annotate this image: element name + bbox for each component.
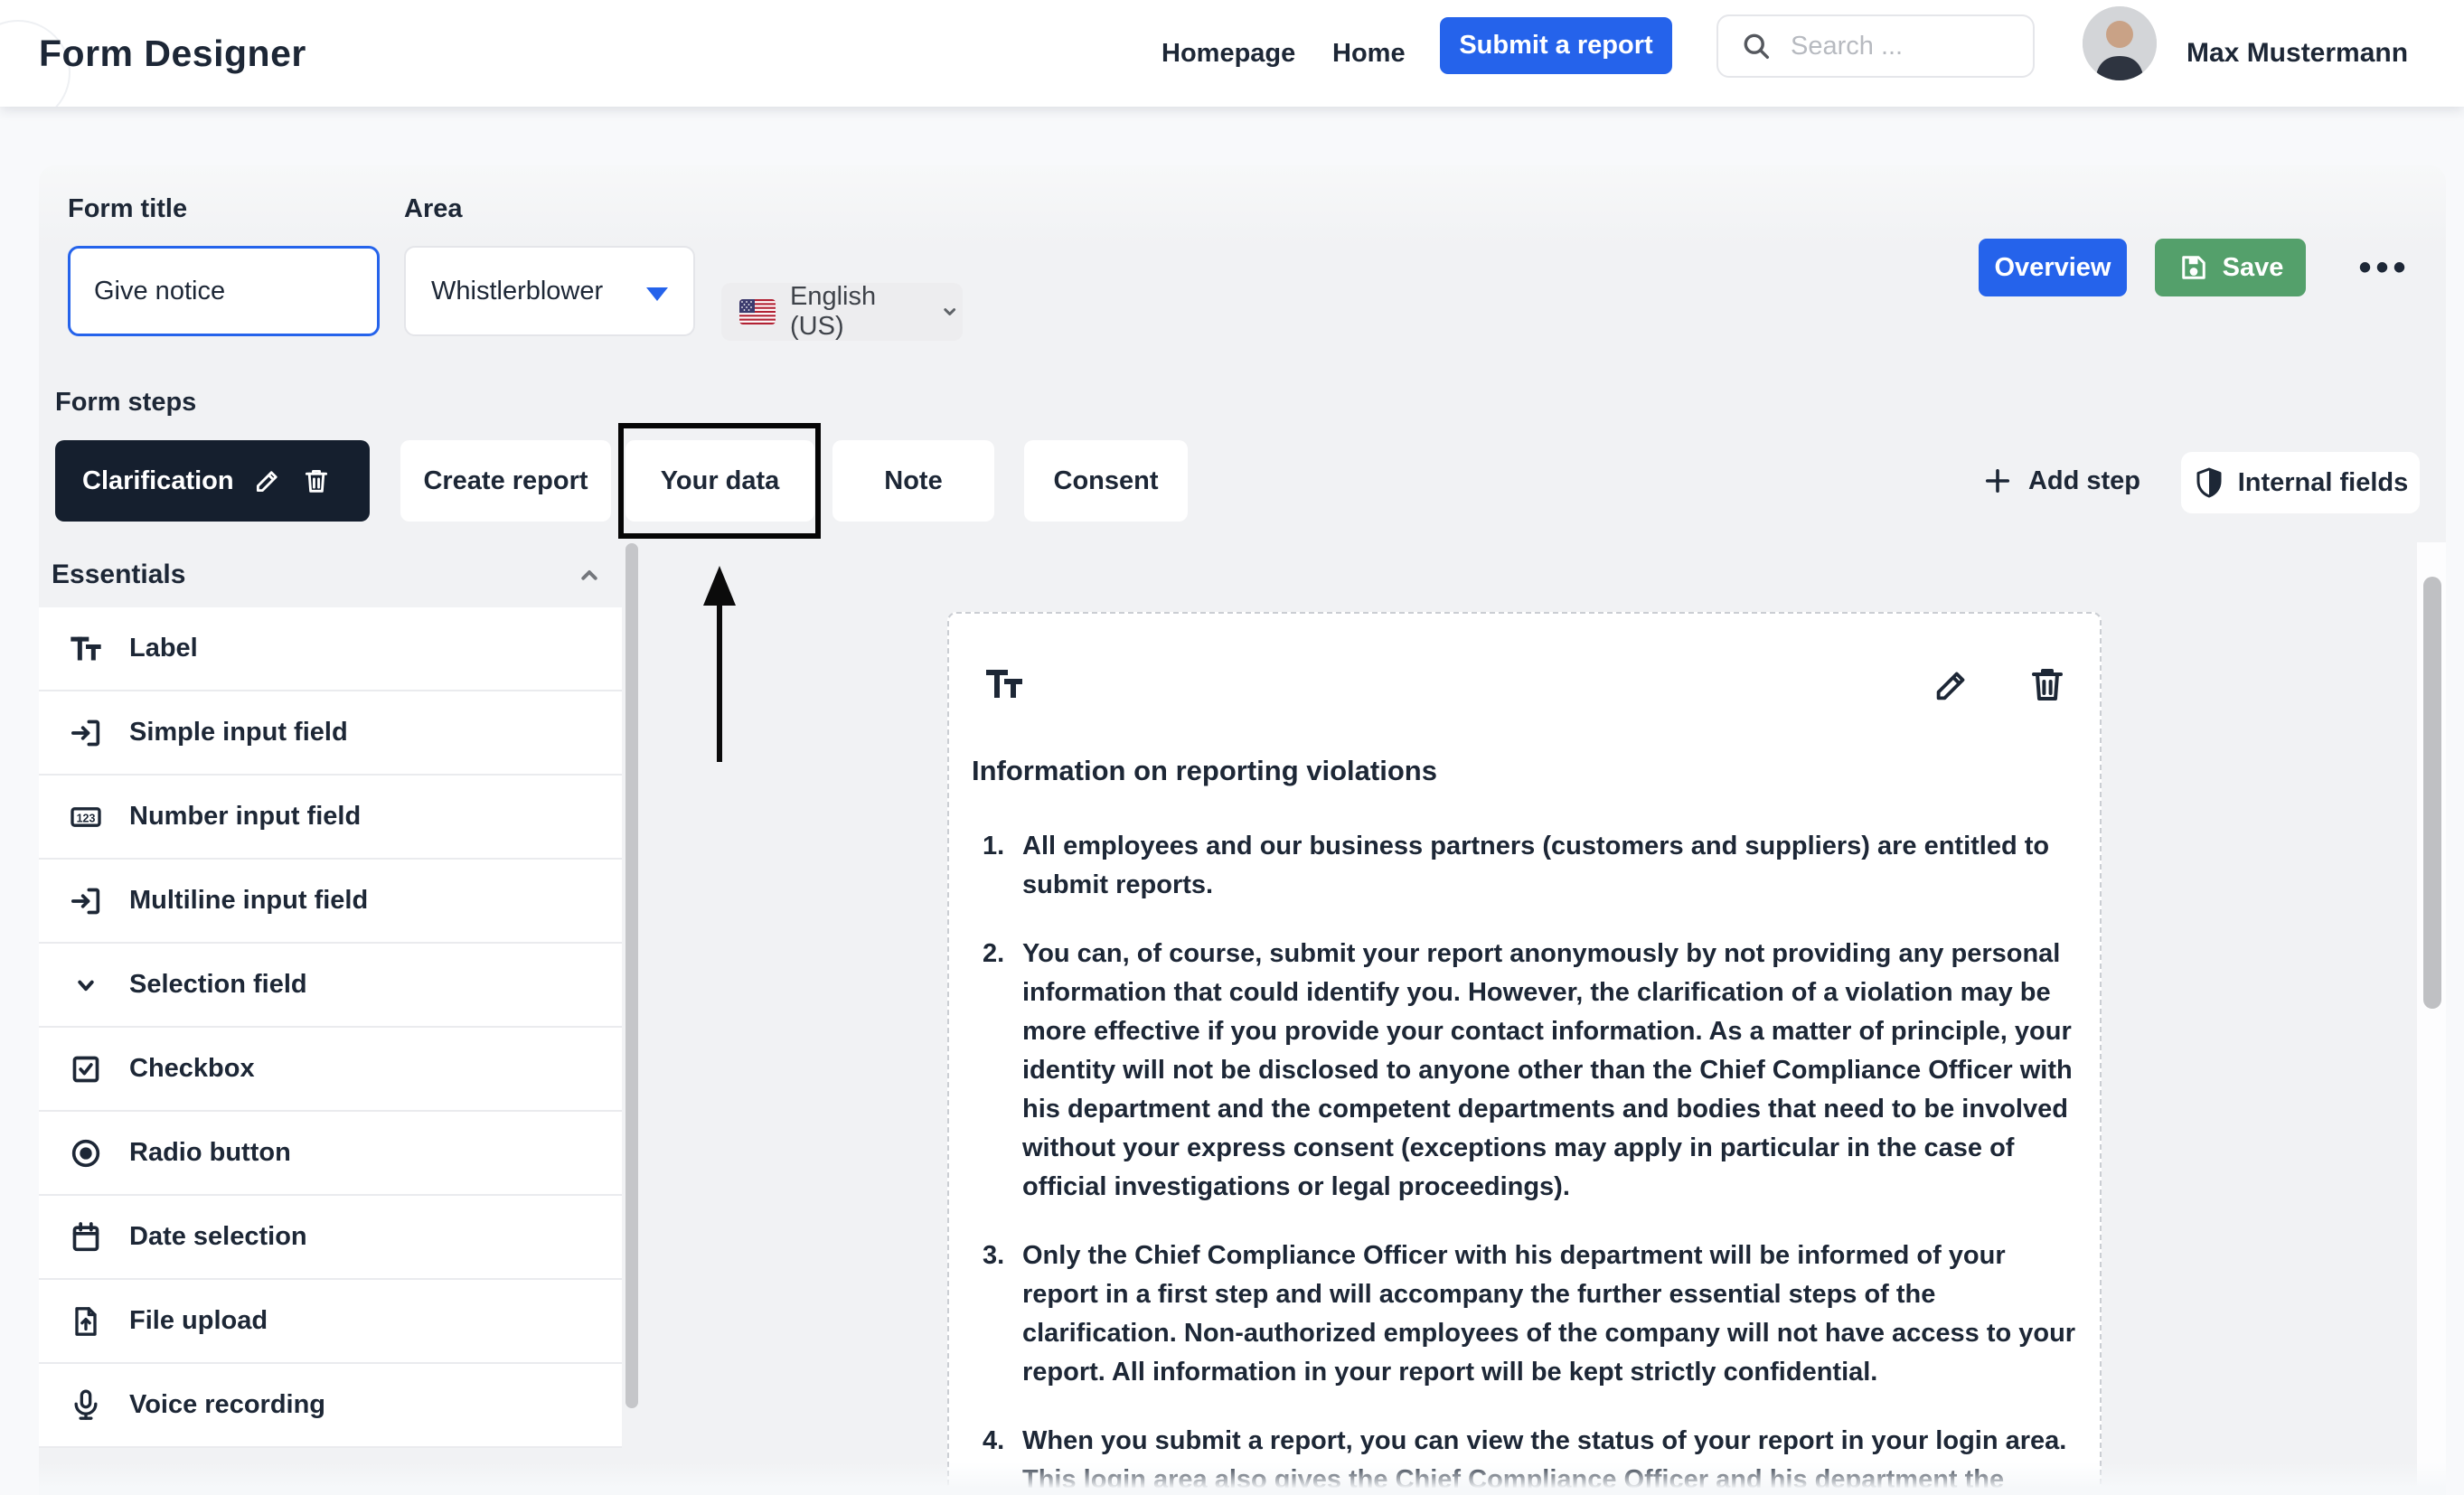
save-button[interactable]: Save — [2155, 239, 2306, 296]
chevron-up-icon[interactable] — [573, 559, 606, 591]
shield-icon — [2196, 467, 2222, 498]
area-select-value: Whistlerblower — [431, 276, 604, 306]
sidebar-item-multiline-input[interactable]: Multiline input field — [39, 860, 622, 944]
sidebar-item-checkbox[interactable]: Checkbox — [39, 1028, 622, 1112]
nav-link-home[interactable]: Home — [1332, 0, 1406, 107]
delete-trash-icon[interactable] — [2026, 663, 2069, 706]
step-consent[interactable]: Consent — [1024, 440, 1188, 522]
language-selector[interactable]: English (US) — [721, 282, 963, 341]
list-item: Only the Chief Compliance Officer with h… — [983, 1236, 2076, 1387]
text-fields-icon — [986, 670, 1022, 698]
sidebar-item-simple-input[interactable]: Simple input field — [39, 691, 622, 776]
sidebar-item-label-text: Radio button — [129, 1138, 291, 1167]
delete-trash-icon[interactable] — [301, 465, 332, 496]
number-123-icon: 123 — [71, 806, 101, 827]
internal-fields-label: Internal fields — [2237, 467, 2409, 497]
step-clarification[interactable]: Clarification — [55, 440, 370, 522]
edit-pencil-icon[interactable] — [1931, 664, 1972, 706]
input-icon — [71, 719, 100, 746]
avatar[interactable] — [2083, 6, 2157, 80]
edit-pencil-icon[interactable] — [252, 465, 283, 496]
step-clarification-label: Clarification — [82, 465, 234, 495]
arrow-shaft — [717, 602, 722, 762]
text-fields-icon — [71, 636, 101, 660]
save-button-label: Save — [2222, 252, 2284, 282]
chevron-down-icon — [78, 980, 94, 991]
search-box[interactable] — [1716, 14, 2035, 78]
svg-text:123: 123 — [77, 812, 96, 824]
form-title-label: Form title — [68, 194, 188, 223]
sidebar-item-label-text: Simple input field — [129, 718, 348, 747]
designer-panel: Form title Area Whistlerblower — [39, 165, 2446, 1495]
info-list: All employees and our business partners … — [983, 827, 2087, 1495]
area-select[interactable]: Whistlerblower — [404, 246, 695, 336]
sidebar-section-essentials[interactable]: Essentials — [39, 552, 622, 597]
file-upload-icon — [75, 1306, 97, 1336]
sidebar-item-label-text: Label — [129, 634, 198, 663]
form-block-card[interactable]: Information on reporting violations All … — [947, 612, 2102, 1495]
save-floppy-icon — [2181, 256, 2205, 279]
submit-report-button[interactable]: Submit a report — [1440, 17, 1672, 74]
sidebar-item-label-text: Number input field — [129, 802, 362, 831]
app-title: Form Designer — [39, 32, 306, 74]
step-note[interactable]: Note — [832, 440, 994, 522]
sidebar-item-radio-button[interactable]: Radio button — [39, 1112, 622, 1196]
block-heading: Information on reporting violations — [972, 755, 1437, 786]
step-your-data[interactable]: Your data — [625, 440, 814, 522]
avatar-image — [2083, 6, 2157, 80]
sidebar-item-label-text: Selection field — [129, 970, 307, 999]
arrow-head — [703, 566, 736, 606]
language-value: English (US) — [790, 282, 877, 341]
list-item: All employees and our business partners … — [983, 827, 2050, 899]
step-create-report[interactable]: Create report — [400, 440, 611, 522]
sidebar-item-label-text: Voice recording — [129, 1390, 326, 1419]
checkbox-icon — [72, 1056, 99, 1082]
sidebar-item-file-upload[interactable]: File upload — [39, 1280, 622, 1364]
top-header: Form Designer Homepage Home Submit a rep… — [0, 0, 2464, 107]
sidebar-item-label-text: Checkbox — [129, 1054, 255, 1083]
main-scrollbar-thumb[interactable] — [2423, 577, 2441, 1009]
sidebar-item-label[interactable]: Label — [39, 607, 622, 691]
sidebar-item-number-input[interactable]: 123 Number input field — [39, 776, 622, 860]
sidebar-item-label-text: Date selection — [129, 1222, 307, 1251]
more-options-button[interactable]: ••• — [2335, 239, 2434, 296]
area-label: Area — [404, 194, 463, 223]
sidebar-item-date-selection[interactable]: Date selection — [39, 1196, 622, 1280]
sidebar-field-list: Label Simple input field 123 Number inpu… — [39, 607, 622, 1448]
essentials-label: Essentials — [52, 559, 186, 589]
form-designer-app: Form Designer Homepage Home Submit a rep… — [0, 0, 2464, 1495]
overview-button[interactable]: Overview — [1979, 239, 2127, 296]
add-step-label: Add step — [2027, 465, 2141, 495]
chevron-down-icon — [943, 308, 955, 315]
annotation-arrow — [687, 566, 752, 765]
radio-icon — [71, 1139, 100, 1167]
internal-fields-button[interactable]: Internal fields — [2181, 452, 2420, 513]
nav-link-homepage[interactable]: Homepage — [1161, 0, 1295, 107]
list-item: You can, of course, submit your report a… — [983, 935, 2073, 1201]
user-name[interactable]: Max Mustermann — [2187, 0, 2408, 107]
us-flag-icon — [739, 299, 776, 324]
form-title-input[interactable] — [68, 246, 380, 336]
calendar-icon — [72, 1221, 99, 1251]
add-step-button[interactable]: Add step — [1975, 440, 2147, 522]
form-steps-label: Form steps — [55, 388, 197, 417]
sidebar-item-label-text: File upload — [129, 1306, 268, 1335]
search-icon — [1744, 33, 1770, 60]
microphone-icon — [74, 1389, 98, 1420]
sidebar-item-label-text: Multiline input field — [129, 886, 369, 915]
plus-icon — [1985, 468, 2010, 494]
sidebar-scrollbar-thumb[interactable] — [625, 543, 638, 1408]
dropdown-triangle-icon — [646, 287, 668, 301]
list-item: When you submit a report, you can view t… — [983, 1422, 2067, 1494]
sidebar-item-voice-recording[interactable]: Voice recording — [39, 1364, 622, 1448]
search-input[interactable] — [1789, 30, 2000, 62]
input-icon — [71, 888, 100, 914]
sidebar-item-selection-field[interactable]: Selection field — [39, 944, 622, 1028]
